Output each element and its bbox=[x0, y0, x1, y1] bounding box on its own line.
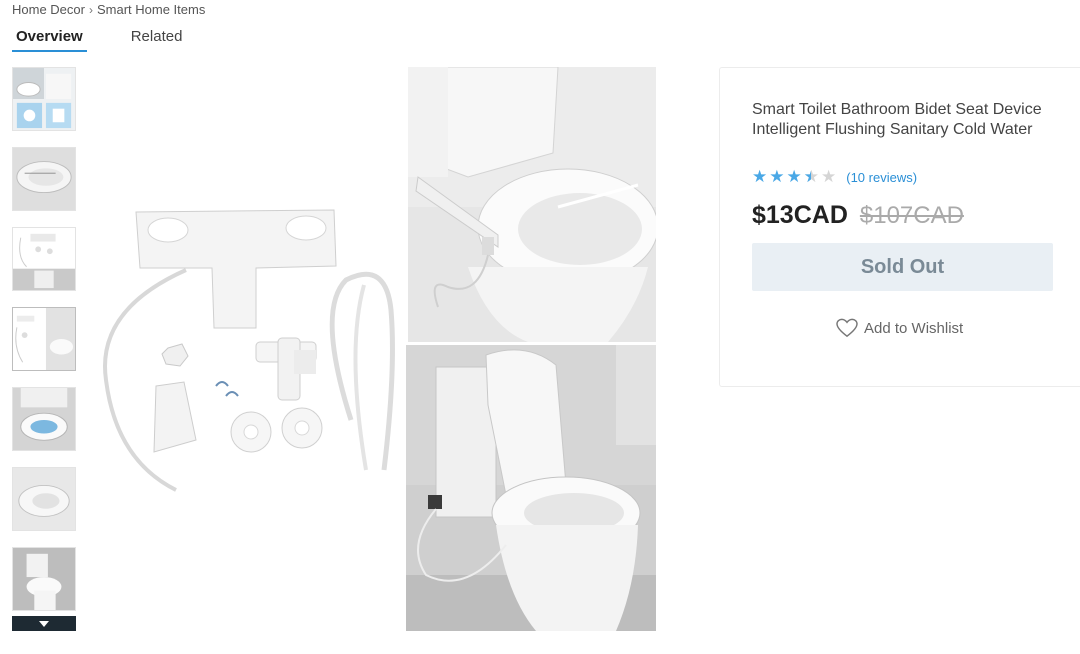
thumbnail-5[interactable] bbox=[12, 387, 76, 451]
rating-row: ★ ★ ★ ★★ ★ (10 reviews) bbox=[752, 168, 917, 186]
thumbnail-image bbox=[13, 548, 75, 610]
product-image bbox=[96, 190, 406, 500]
tab-related[interactable]: Related bbox=[131, 28, 183, 52]
star-empty-icon: ★ bbox=[821, 167, 837, 186]
star-rating: ★ ★ ★ ★★ ★ bbox=[752, 168, 836, 186]
thumbnail-image bbox=[13, 228, 75, 290]
product-image bbox=[408, 67, 656, 342]
thumbnail-7[interactable] bbox=[12, 547, 76, 611]
original-price: $107CAD bbox=[859, 202, 964, 229]
product-image-parts[interactable] bbox=[96, 190, 406, 500]
tabs: Overview Related bbox=[12, 28, 182, 52]
thumbnail-4[interactable] bbox=[12, 307, 76, 371]
breadcrumb-separator: › bbox=[88, 2, 93, 17]
thumbnail-scroll-down-button[interactable] bbox=[12, 616, 76, 631]
thumbnail-image bbox=[13, 148, 75, 210]
product-image-installed-bottom[interactable] bbox=[406, 345, 656, 631]
thumbnail-image bbox=[13, 68, 75, 130]
thumbnail-image bbox=[13, 468, 75, 530]
thumbnail-2[interactable] bbox=[12, 147, 76, 211]
product-title: Smart Toilet Bathroom Bidet Seat Device … bbox=[752, 101, 1042, 138]
star-icon: ★ bbox=[752, 167, 768, 186]
heart-icon bbox=[836, 318, 858, 338]
breadcrumb-smart-home-items[interactable]: Smart Home Items bbox=[97, 2, 205, 17]
star-icon: ★ bbox=[786, 167, 802, 186]
reviews-link[interactable]: (10 reviews) bbox=[846, 170, 917, 185]
product-image-installed-top[interactable] bbox=[408, 67, 656, 342]
add-to-wishlist-button[interactable]: Add to Wishlist bbox=[836, 318, 963, 338]
product-image bbox=[406, 345, 656, 631]
sold-out-button[interactable]: Sold Out bbox=[752, 243, 1053, 291]
thumbnail-image bbox=[13, 308, 75, 370]
thumbnail-1[interactable] bbox=[12, 67, 76, 131]
tab-overview[interactable]: Overview bbox=[12, 28, 87, 52]
breadcrumb: Home Decor › Smart Home Items bbox=[12, 2, 205, 17]
chevron-down-icon bbox=[39, 620, 49, 627]
thumbnail-3[interactable] bbox=[12, 227, 76, 291]
thumbnail-image bbox=[13, 388, 75, 450]
current-price: $13CAD bbox=[752, 201, 848, 229]
star-icon: ★ bbox=[769, 167, 785, 186]
thumbnail-6[interactable] bbox=[12, 467, 76, 531]
price-row: $13CAD $107CAD bbox=[752, 201, 964, 230]
star-half-icon: ★★ bbox=[803, 167, 819, 186]
product-page: Home Decor › Smart Home Items Overview R… bbox=[0, 0, 1080, 654]
wishlist-label: Add to Wishlist bbox=[864, 319, 964, 337]
product-info-panel: Smart Toilet Bathroom Bidet Seat Device … bbox=[719, 67, 1080, 387]
breadcrumb-home-decor[interactable]: Home Decor bbox=[12, 2, 85, 17]
thumbnail-list bbox=[12, 67, 76, 627]
